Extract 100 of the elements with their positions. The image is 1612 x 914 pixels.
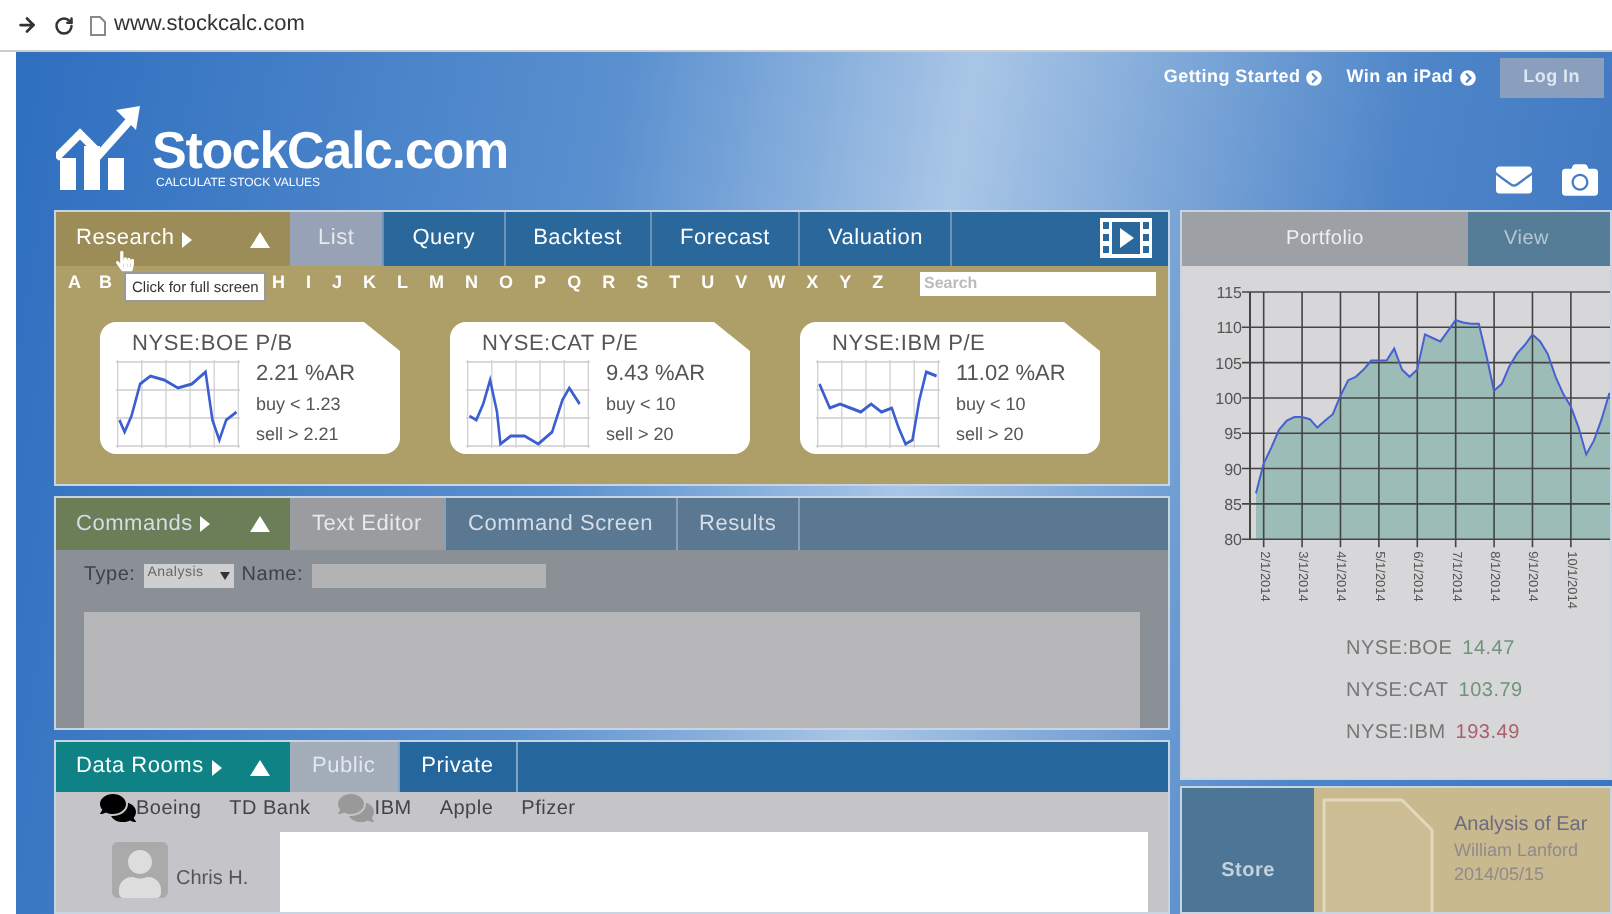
collapse-icon[interactable] [250, 231, 270, 247]
sparkline-drawing [816, 360, 940, 448]
letter-link[interactable]: K [363, 269, 377, 297]
letter-link[interactable]: P [534, 269, 547, 297]
letter-link[interactable]: V [735, 269, 748, 297]
search-field[interactable]: Search [920, 271, 1156, 295]
tab[interactable]: Public [290, 742, 400, 792]
letter-link[interactable]: Y [839, 269, 852, 297]
y-axis-label: 80 [1224, 531, 1242, 550]
room-link[interactable]: TD Bank [229, 793, 311, 823]
letter-link[interactable]: O [499, 269, 514, 297]
type-label: Type: [84, 562, 136, 590]
avatar-icon [112, 842, 168, 898]
panel-title: Commands [76, 509, 193, 540]
caret-icon [200, 516, 211, 532]
letter-link[interactable]: U [701, 269, 715, 297]
y-axis-label: 110 [1216, 319, 1242, 338]
header-link[interactable]: Getting Started [1163, 64, 1301, 92]
camera-icon[interactable] [1560, 162, 1600, 198]
y-axis-label: 115 [1216, 284, 1242, 302]
sell-threshold: sell > 20 [956, 422, 1026, 448]
chat-icon [338, 792, 375, 824]
user-name: Chris H. [176, 866, 251, 894]
quote-symbol: NYSE:BOE [1346, 636, 1453, 664]
letter-link[interactable]: X [806, 269, 819, 297]
letter-link[interactable]: M [429, 269, 445, 297]
letter-link[interactable]: I [306, 269, 312, 297]
tab[interactable]: Portfolio [1182, 212, 1468, 266]
panel-header[interactable]: Research [56, 212, 290, 266]
store-item-date: 2014/05/15 [1454, 862, 1547, 886]
letter-link[interactable]: R [602, 269, 616, 297]
stock-card[interactable]: NYSE:CAT P/E 9.43 %AR buy < 10 sell > 20 [450, 322, 750, 454]
letter-link[interactable]: W [768, 269, 786, 297]
store-label[interactable]: Store [1182, 788, 1314, 912]
header-link[interactable]: Win an iPad [1346, 64, 1454, 92]
room-link[interactable]: IBM [338, 792, 412, 824]
name-field[interactable] [311, 563, 545, 587]
tab[interactable]: Text Editor [290, 498, 446, 550]
letter-link[interactable]: B [99, 269, 112, 297]
logo-icon [56, 106, 144, 190]
card-symbol: NYSE:IBM P/E [832, 330, 988, 358]
panel-title: Data Rooms [76, 752, 204, 783]
y-axis-label: 85 [1224, 495, 1242, 514]
stock-card[interactable]: NYSE:BOE P/B 2.21 %AR buy < 1.23 sell > 2.21 [100, 322, 400, 454]
letter-link[interactable]: A [68, 269, 81, 297]
buy-threshold: buy < 1.23 [256, 392, 343, 418]
address-bar[interactable]: www.stockcalc.com [90, 8, 305, 42]
mail-icon[interactable] [1492, 162, 1536, 198]
logo-text: StockCalc.com [152, 124, 508, 176]
letter-link[interactable]: Z [872, 269, 884, 297]
film-icon[interactable] [1100, 218, 1152, 258]
chat-icon [100, 792, 136, 824]
dropdown-arrow-icon [219, 571, 230, 579]
quote-price: 103.79 [1458, 678, 1523, 706]
reload-icon[interactable] [54, 15, 74, 35]
letter-link[interactable]: N [465, 269, 479, 297]
room-link[interactable]: Apple [439, 793, 494, 823]
store-item-author: William Lanford [1454, 838, 1581, 862]
caret-icon [182, 231, 193, 247]
panel-header[interactable]: Commands [56, 498, 290, 550]
quote-symbol: NYSE:IBM [1346, 720, 1446, 748]
y-axis-label: 100 [1215, 389, 1242, 408]
quote-price: 14.47 [1462, 636, 1515, 664]
letter-link[interactable]: L [397, 269, 409, 297]
y-axis-label: 95 [1224, 425, 1242, 444]
y-axis-label: 105 [1215, 354, 1242, 373]
room-link[interactable]: Pfizer [521, 793, 576, 823]
page-icon [90, 15, 106, 35]
tab[interactable]: View [1468, 212, 1610, 266]
letter-link[interactable]: T [669, 269, 681, 297]
room-link[interactable]: Boeing [100, 792, 202, 824]
collapse-icon[interactable] [250, 516, 270, 532]
card-symbol: NYSE:BOE P/B [132, 330, 295, 358]
buy-threshold: buy < 10 [956, 392, 1028, 418]
letter-link[interactable]: J [332, 269, 343, 297]
quote-price: 193.49 [1455, 720, 1520, 748]
panel-title: Research [76, 224, 175, 255]
sparkline-drawing [116, 360, 240, 448]
forward-icon[interactable] [16, 14, 38, 36]
cursor-icon [116, 250, 134, 272]
login-button[interactable]: Log In [1499, 58, 1604, 98]
sell-threshold: sell > 2.21 [256, 422, 341, 448]
y-axis-label: 90 [1224, 460, 1242, 479]
buy-threshold: buy < 10 [606, 392, 678, 418]
panel-header[interactable]: Data Rooms [56, 742, 290, 792]
quote-symbol: NYSE:CAT [1346, 678, 1449, 706]
ratio-value: 11.02 %AR [956, 360, 1066, 390]
ratio-value: 9.43 %AR [606, 360, 706, 390]
sell-threshold: sell > 20 [606, 422, 676, 448]
letter-link[interactable]: S [636, 269, 649, 297]
card-symbol: NYSE:CAT P/E [482, 330, 641, 358]
tab[interactable]: List [290, 212, 385, 266]
collapse-icon[interactable] [250, 759, 270, 775]
caret-icon [211, 759, 222, 775]
store-item-title[interactable]: Analysis of Ear [1454, 814, 1588, 838]
name-label: Name: [241, 562, 303, 590]
letter-link[interactable]: Q [567, 269, 582, 297]
sparkline-drawing [466, 360, 590, 448]
letter-link[interactable]: H [272, 269, 285, 297]
stock-card[interactable]: NYSE:IBM P/E 11.02 %AR buy < 10 sell > 20 [800, 322, 1100, 454]
